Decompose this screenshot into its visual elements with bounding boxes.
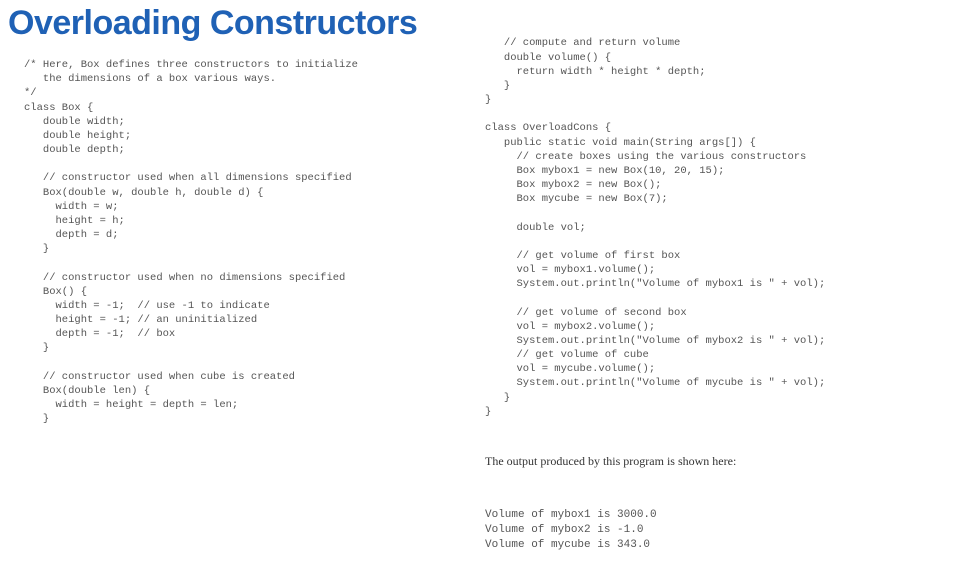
code-left-column: /* Here, Box defines three constructors … xyxy=(24,58,464,426)
code-right-column: // compute and return volume double volu… xyxy=(485,8,945,567)
slide-title: Overloading Constructors xyxy=(8,4,417,43)
code-right-block: // compute and return volume double volu… xyxy=(485,36,945,419)
output-caption: The output produced by this program is s… xyxy=(485,453,945,469)
program-output: Volume of mybox1 is 3000.0 Volume of myb… xyxy=(485,508,945,553)
output-line: Volume of mybox1 is 3000.0 Volume of myb… xyxy=(485,509,657,551)
